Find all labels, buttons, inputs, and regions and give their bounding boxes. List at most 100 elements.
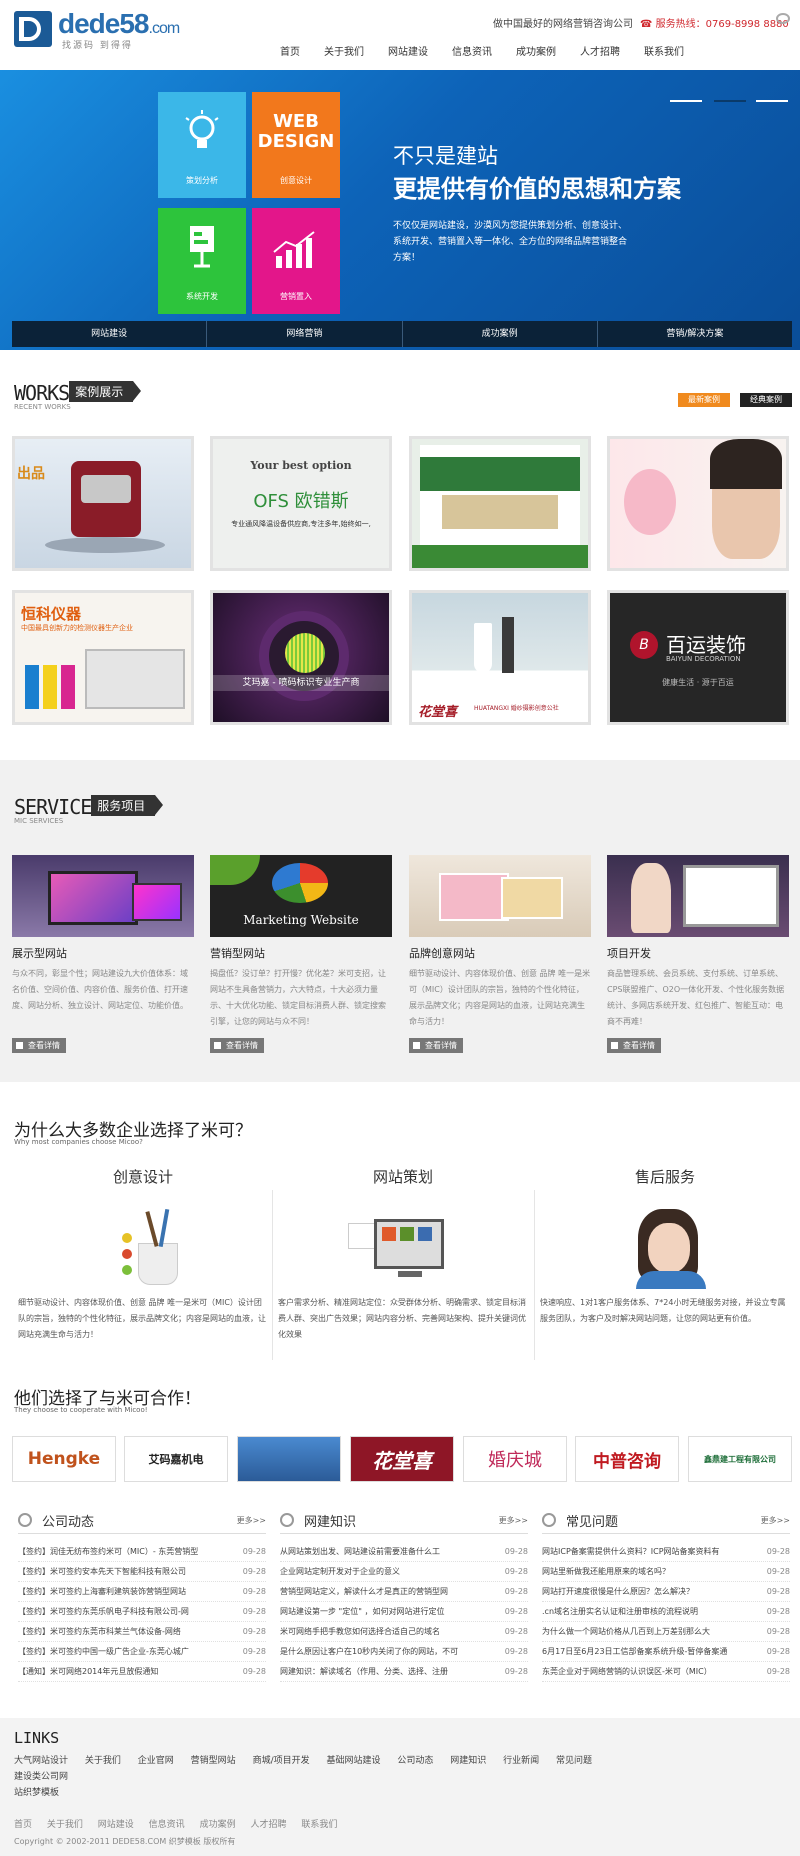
friend-link[interactable]: 建设类公司网 bbox=[14, 1769, 68, 1785]
nav-news[interactable]: 信息资讯 bbox=[452, 43, 492, 58]
banner-tab-marketing[interactable]: 网络营销 bbox=[207, 321, 403, 347]
more-link[interactable]: 更多>> bbox=[499, 1515, 528, 1526]
footer-nav-home[interactable]: 首页 bbox=[14, 1820, 32, 1830]
more-link[interactable]: 更多>> bbox=[761, 1515, 790, 1526]
slider-dot[interactable] bbox=[756, 100, 788, 102]
partner-logo[interactable]: 花堂喜 bbox=[350, 1436, 454, 1482]
growth-chart-icon bbox=[273, 231, 315, 268]
case-thumb[interactable]: 出品 bbox=[12, 436, 194, 571]
news-item[interactable]: 网站里新做我还能用原来的域名吗？ 09-28 bbox=[542, 1562, 790, 1582]
friend-link[interactable]: 关于我们 bbox=[85, 1753, 121, 1769]
more-link[interactable]: 更多>> bbox=[237, 1515, 266, 1526]
main-nav: 首页 关于我们 网站建设 信息资讯 成功案例 人才招聘 联系我们 bbox=[280, 43, 708, 58]
news-item[interactable]: 网站建设第一步 "定位" ，如何对网站进行定位 09-28 bbox=[280, 1602, 528, 1622]
news-item[interactable]: 东莞企业对于网络营销的认识误区-米可（MIC） 09-28 bbox=[542, 1662, 790, 1682]
news-item[interactable]: 网站打开速度很慢是什么原因？怎么解决？ 09-28 bbox=[542, 1582, 790, 1602]
news-item[interactable]: 【签约】米可签约东莞市科莱兰气体设备-网络 09-28 bbox=[18, 1622, 266, 1642]
news-column-title: 网建知识 bbox=[304, 1515, 357, 1530]
service-image[interactable] bbox=[409, 855, 591, 937]
news-item[interactable]: 是什么原因让客户在10秒内关闭了你的网站，不可 09-28 bbox=[280, 1642, 528, 1662]
footer-nav-about[interactable]: 关于我们 bbox=[47, 1820, 83, 1830]
partner-logo[interactable]: 鑫鼎建工程有限公司 bbox=[688, 1436, 792, 1482]
case-thumb[interactable]: 花堂喜 HUATANGXI 婚纱摄影创意公社 bbox=[409, 590, 591, 725]
news-item[interactable]: 【签约】米可签约中国一级广告企业-东莞心城广 09-28 bbox=[18, 1642, 266, 1662]
why-column: 售后服务 快速响应、1对1客户服务体系、7*24小时无缝服务对接，并设立专属服务… bbox=[540, 1166, 790, 1327]
friend-link[interactable]: 网建知识 bbox=[450, 1753, 486, 1769]
nav-contact[interactable]: 联系我们 bbox=[644, 43, 684, 58]
friend-link[interactable]: 常见问题 bbox=[556, 1753, 592, 1769]
case-thumb[interactable] bbox=[607, 436, 789, 571]
footer-nav-news[interactable]: 信息资讯 bbox=[149, 1820, 185, 1830]
nav-home[interactable]: 首页 bbox=[280, 43, 300, 58]
partner-logo[interactable] bbox=[237, 1436, 341, 1482]
case-thumb[interactable]: Your best option OFS 欧错斯 专业通风降温设备供应商,专注多… bbox=[210, 436, 392, 571]
view-details-button[interactable]: 查看详情 bbox=[210, 1038, 264, 1053]
partner-logo[interactable]: 中普咨询 bbox=[575, 1436, 679, 1482]
friend-link[interactable]: 行业新闻 bbox=[503, 1753, 539, 1769]
tab-latest-cases[interactable]: 最新案例 bbox=[678, 393, 730, 407]
friend-link[interactable]: 大气网站设计 bbox=[14, 1753, 68, 1769]
news-item[interactable]: 【通知】米可网络2014年元旦放假通知 09-28 bbox=[18, 1662, 266, 1682]
logo-tagline: 找源码 到得得 bbox=[62, 41, 133, 51]
news-column-faq: 常见问题 更多>> 网站ICP备案需提供什么资料？ICP网站备案资料有 09-28… bbox=[542, 1508, 790, 1682]
weibo-icon[interactable] bbox=[776, 13, 790, 24]
case-thumb[interactable]: B 百运装饰 BAIYUN DECORATION 健康生活 · 源于百运 bbox=[607, 590, 789, 725]
view-details-button[interactable]: 查看详情 bbox=[12, 1038, 66, 1053]
news-item[interactable]: 企业网站定制开发对于企业的意义 09-28 bbox=[280, 1562, 528, 1582]
banner-headline-bold: 更提供有价值的思想和方案 bbox=[393, 175, 681, 203]
view-details-button[interactable]: 查看详情 bbox=[409, 1038, 463, 1053]
partner-logo[interactable]: 艾码嘉机电 bbox=[124, 1436, 228, 1482]
service-image[interactable]: Marketing Website bbox=[210, 855, 392, 937]
news-item[interactable]: 6月17日至6月23日工信部备案系统升级-暂停备案通 09-28 bbox=[542, 1642, 790, 1662]
case-thumb[interactable] bbox=[409, 436, 591, 571]
news-item[interactable]: 从网站策划出发、网站建设前需要准备什么工 09-28 bbox=[280, 1542, 528, 1562]
service-title[interactable]: 项目开发 bbox=[607, 945, 789, 961]
news-item[interactable]: 为什么做一个网站价格从几百到上万差别那么大 09-28 bbox=[542, 1622, 790, 1642]
logo-icon[interactable] bbox=[14, 11, 52, 47]
banner-tab-website[interactable]: 网站建设 bbox=[12, 321, 208, 347]
service-title[interactable]: 品牌创意网站 bbox=[409, 945, 591, 961]
tile-marketing: 营销置入 bbox=[252, 208, 340, 314]
nav-jobs[interactable]: 人才招聘 bbox=[580, 43, 620, 58]
view-details-button[interactable]: 查看详情 bbox=[607, 1038, 661, 1053]
service-title[interactable]: 展示型网站 bbox=[12, 945, 194, 961]
service-image[interactable] bbox=[12, 855, 194, 937]
footer-nav-jobs[interactable]: 人才招聘 bbox=[250, 1820, 286, 1830]
slider-dot[interactable] bbox=[714, 100, 746, 102]
case-thumb[interactable]: 艾玛嘉 - 喷码标识专业生产商 bbox=[210, 590, 392, 725]
logo[interactable]: dede58.com bbox=[58, 8, 180, 40]
friend-link[interactable]: 企业官网 bbox=[138, 1753, 174, 1769]
footer-nav-website[interactable]: 网站建设 bbox=[98, 1820, 134, 1830]
news-item[interactable]: 【签约】米可签约上海審利建筑装饰营销型网站 09-28 bbox=[18, 1582, 266, 1602]
tab-classic-cases[interactable]: 经典案例 bbox=[740, 393, 792, 407]
news-item[interactable]: 网建知识：解读域名（作用、分类、选择、注册 09-28 bbox=[280, 1662, 528, 1682]
partner-logo[interactable]: 婚庆城 bbox=[463, 1436, 567, 1482]
service-title[interactable]: 营销型网站 bbox=[210, 945, 392, 961]
news-item[interactable]: 网站ICP备案需提供什么资料？ICP网站备案资料有 09-28 bbox=[542, 1542, 790, 1562]
nav-website[interactable]: 网站建设 bbox=[388, 43, 428, 58]
case-thumb[interactable]: 恒科仪器 中国最具创新力的检测仪器生产企业 bbox=[12, 590, 194, 725]
news-item[interactable]: 米可网络手把手教您如何选择合适自己的域名 09-28 bbox=[280, 1622, 528, 1642]
footer-nav-contact[interactable]: 联系我们 bbox=[301, 1820, 337, 1830]
partner-logo[interactable]: Hengke bbox=[12, 1436, 116, 1482]
service-image[interactable] bbox=[607, 855, 789, 937]
news-item[interactable]: 营销型网站定义，解读什么才是真正的营销型网 09-28 bbox=[280, 1582, 528, 1602]
microphone-icon bbox=[18, 1513, 32, 1527]
friend-link[interactable]: 站织梦模板 bbox=[14, 1785, 59, 1801]
nav-about[interactable]: 关于我们 bbox=[324, 43, 364, 58]
news-item[interactable]: .cn域名注册实名认证和注册审核的流程说明 09-28 bbox=[542, 1602, 790, 1622]
news-item[interactable]: 【签约】米可签约安本先天下智能科技有限公司 09-28 bbox=[18, 1562, 266, 1582]
friend-link[interactable]: 营销型网站 bbox=[191, 1753, 236, 1769]
banner-tab-cases[interactable]: 成功案例 bbox=[403, 321, 598, 347]
friend-link[interactable]: 商城/项目开发 bbox=[253, 1753, 310, 1769]
friend-link[interactable]: 公司动态 bbox=[397, 1753, 433, 1769]
friend-link[interactable]: 基础网站建设 bbox=[326, 1753, 380, 1769]
news-item[interactable]: 【签约】米可签约东莞乐帆电子科技有限公司-网 09-28 bbox=[18, 1602, 266, 1622]
banner-tab-solutions[interactable]: 营销/解决方案 bbox=[598, 321, 792, 347]
slider-dot[interactable] bbox=[670, 100, 702, 102]
footer-nav-cases[interactable]: 成功案例 bbox=[200, 1820, 236, 1830]
nav-cases[interactable]: 成功案例 bbox=[516, 43, 556, 58]
why-col-desc: 细节驱动设计、内容体现价值、创意 品牌 唯一是米可（MIC）设计团队的宗旨，独特… bbox=[18, 1298, 266, 1339]
monitor-icon bbox=[278, 1187, 528, 1295]
news-item[interactable]: 【签约】润佳无纺布签约米可（MIC）- 东莞营销型 09-28 bbox=[18, 1542, 266, 1562]
